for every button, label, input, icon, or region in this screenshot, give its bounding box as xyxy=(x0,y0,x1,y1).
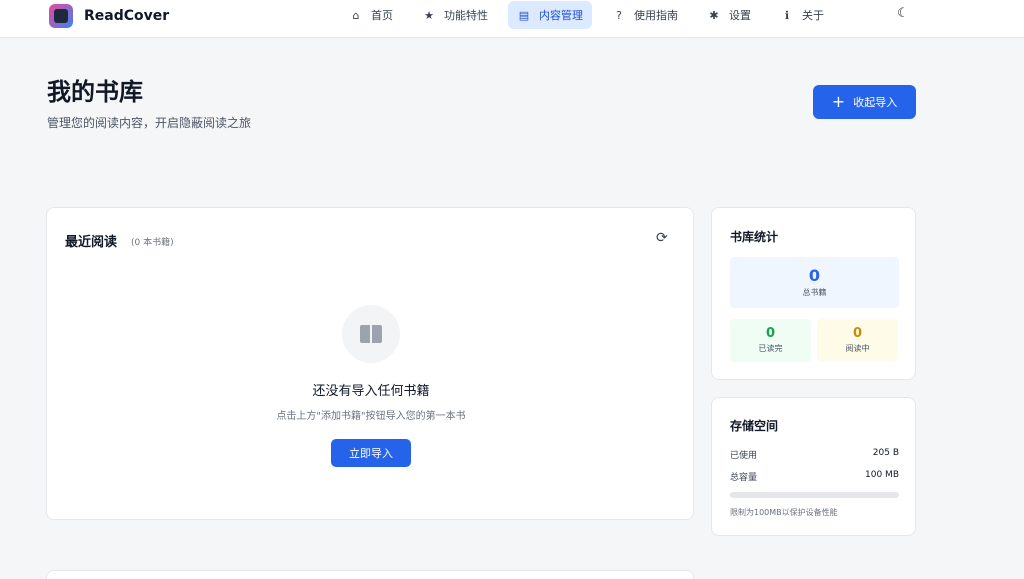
brand-name: ReadCover xyxy=(84,8,170,24)
recent-reading-title: 最近阅读 xyxy=(65,235,118,250)
recent-book-count: (0 本书籍) xyxy=(131,238,174,248)
info-icon: ℹ xyxy=(784,8,790,22)
dark-mode-toggle-moon-icon[interactable]: ☾ xyxy=(895,6,911,22)
star-icon: ★ xyxy=(424,8,434,22)
storage-title: 存储空间 xyxy=(730,419,779,433)
storage-total-label: 总容量 xyxy=(730,473,758,483)
stat-reading-label: 阅读中 xyxy=(845,344,870,353)
empty-state-title: 还没有导入任何书籍 xyxy=(312,384,430,399)
top-navigation-bar: ReadCover ⌂ 首页 ★ 功能特性 ▤ 内容管理? 使用指南 ✱ 设置 ℹ 关于 ☾ xyxy=(0,0,1024,38)
main-nav: ⌂ 首页 ★ 功能特性 ▤ 内容管理? 使用指南 ✱ 设置 ℹ 关于 xyxy=(340,1,844,29)
plus-icon: + xyxy=(831,92,846,111)
storage-total-row: 总容量 100 MB xyxy=(730,470,899,483)
empty-state-description: 点击上方"添加书籍"按钮导入您的第一本书 xyxy=(276,411,466,422)
nav-item-3[interactable]: ? 使用指南 xyxy=(603,1,687,29)
nav-item-label: 内容管理 xyxy=(539,9,583,22)
library-stats-card: 书库统计 0 总书籍 0 已读完 0 阅读中 xyxy=(711,207,916,380)
question-icon: ? xyxy=(616,8,622,22)
stat-finished-books: 0 已读完 xyxy=(730,319,811,362)
nav-item-4[interactable]: ✱ 设置 xyxy=(698,1,760,29)
refresh-icon[interactable]: ⟳ xyxy=(656,230,668,246)
nav-item-1[interactable]: ★ 功能特性 xyxy=(413,1,497,29)
home-icon: ⌂ xyxy=(352,8,360,22)
lower-content-card xyxy=(46,570,694,579)
page-subtitle: 管理您的阅读内容，开启隐蔽阅读之旅 xyxy=(47,116,252,130)
storage-note: 限制为100MB以保护设备性能 xyxy=(730,508,838,517)
brand[interactable]: ReadCover xyxy=(49,4,169,28)
nav-item-label: 首页 xyxy=(371,9,393,22)
library-stats-title: 书库统计 xyxy=(730,230,779,244)
collapse-import-button[interactable]: + 收起导入 xyxy=(813,85,916,119)
open-book-icon xyxy=(360,325,382,343)
stat-reading-value: 0 xyxy=(852,326,863,341)
stat-reading-books: 0 阅读中 xyxy=(817,319,898,362)
storage-total-value: 100 MB xyxy=(865,470,899,480)
storage-used-label: 已使用 xyxy=(730,451,758,461)
nav-item-label: 功能特性 xyxy=(444,9,488,22)
book-icon: ▤ xyxy=(518,8,530,22)
nav-item-label: 使用指南 xyxy=(634,9,678,22)
storage-used-value: 205 B xyxy=(872,448,899,458)
stat-total-value: 0 xyxy=(808,266,821,285)
empty-state-illustration xyxy=(342,305,400,363)
storage-used-row: 已使用 205 B xyxy=(730,448,899,461)
app-logo xyxy=(49,4,73,28)
stat-total-label: 总书籍 xyxy=(802,288,827,297)
storage-progress-bar xyxy=(730,492,899,498)
recent-reading-card: 最近阅读 (0 本书籍) ⟳ 还没有导入任何书籍 点击上方"添加书籍"按钮导入您… xyxy=(46,207,694,520)
collapse-import-label: 收起导入 xyxy=(853,96,898,109)
import-now-button[interactable]: 立即导入 xyxy=(331,439,411,467)
nav-item-2[interactable]: ▤ 内容管理 xyxy=(508,1,592,29)
stat-finished-label: 已读完 xyxy=(758,344,783,353)
storage-card: 存储空间 已使用 205 B 总容量 100 MB 限制为100MB以保护设备性… xyxy=(711,397,916,536)
nav-item-label: 设置 xyxy=(729,9,751,22)
stat-finished-value: 0 xyxy=(765,326,776,341)
stat-total-books: 0 总书籍 xyxy=(730,257,899,308)
gear-icon: ✱ xyxy=(709,8,719,22)
nav-item-label: 关于 xyxy=(802,9,824,22)
nav-item-5[interactable]: ℹ 关于 xyxy=(771,1,833,29)
page-title: 我的书库 xyxy=(47,78,143,106)
nav-item-0[interactable]: ⌂ 首页 xyxy=(340,1,402,29)
